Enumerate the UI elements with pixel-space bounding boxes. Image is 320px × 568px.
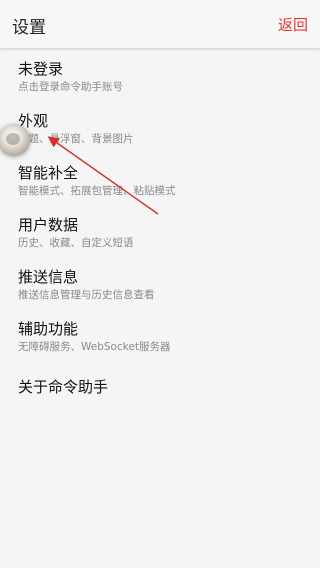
menu-item-subtitle: 无障碍服务、WebSocket服务器 [18, 341, 171, 353]
menu-item-title: 智能补全 [18, 164, 79, 182]
menu-item-push-info[interactable]: 推送信息 推送信息管理与历史信息查看 [0, 256, 320, 308]
menu-item-appearance[interactable]: 外观 主题、悬浮窗、背景图片 [0, 100, 320, 152]
page-title: 设置 [12, 18, 46, 38]
app-bar: 设置 返回 [0, 0, 320, 48]
menu-item-smart-completion[interactable]: 智能补全 智能模式、拓展包管理、粘贴模式 [0, 152, 320, 204]
menu-item-title: 未登录 [18, 60, 64, 78]
menu-item-subtitle: 主题、悬浮窗、背景图片 [18, 133, 134, 145]
menu-item-title: 推送信息 [18, 268, 79, 286]
menu-item-accessibility[interactable]: 辅助功能 无障碍服务、WebSocket服务器 [0, 308, 320, 360]
menu-item-subtitle: 点击登录命令助手账号 [18, 81, 123, 93]
back-button[interactable]: 返回 [278, 14, 308, 35]
menu-item-title: 辅助功能 [18, 320, 79, 338]
menu-item-title: 用户数据 [18, 216, 79, 234]
settings-menu: 未登录 点击登录命令助手账号 外观 主题、悬浮窗、背景图片 智能补全 智能模式、… [0, 48, 320, 412]
menu-item-about[interactable]: 关于命令助手 [0, 360, 320, 412]
menu-item-title: 关于命令助手 [18, 378, 109, 396]
menu-item-login[interactable]: 未登录 点击登录命令助手账号 [0, 48, 320, 100]
menu-item-subtitle: 历史、收藏、自定义短语 [18, 237, 134, 249]
menu-item-subtitle: 推送信息管理与历史信息查看 [18, 289, 155, 301]
menu-item-subtitle: 智能模式、拓展包管理、粘贴模式 [18, 185, 176, 197]
menu-item-user-data[interactable]: 用户数据 历史、收藏、自定义短语 [0, 204, 320, 256]
